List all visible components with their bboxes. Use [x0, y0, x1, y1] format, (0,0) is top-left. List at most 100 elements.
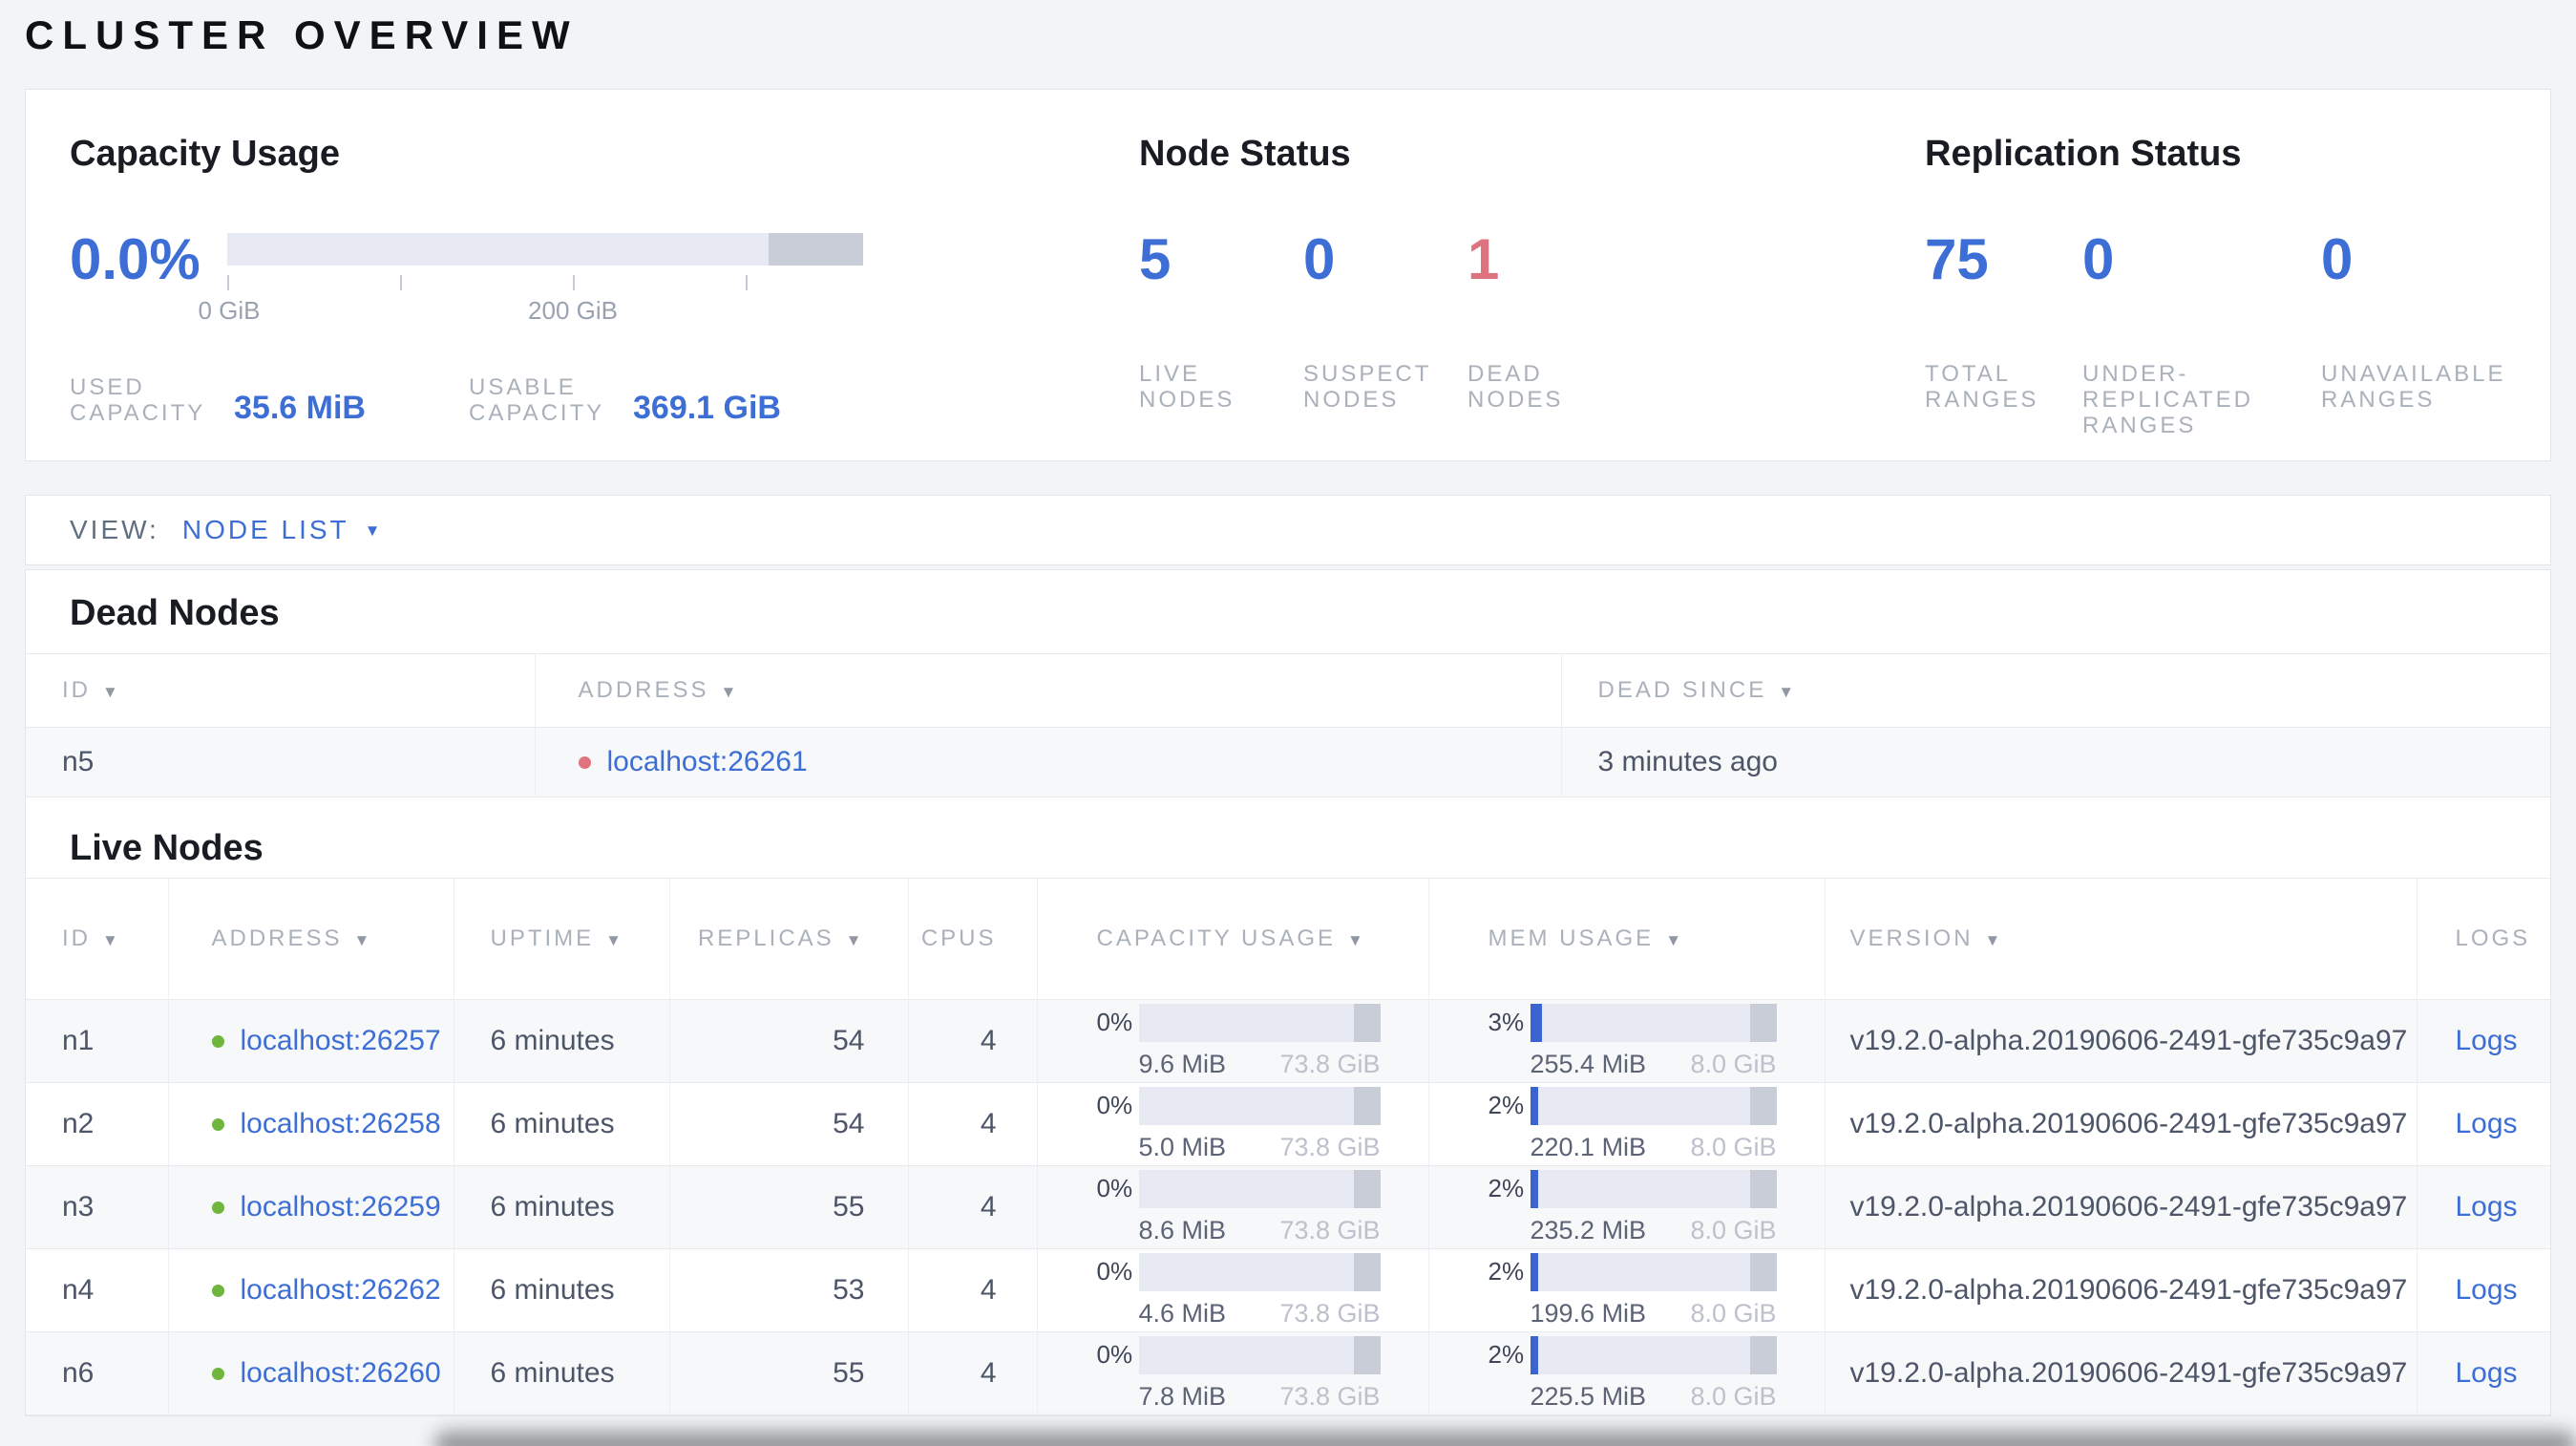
usage-bar-reserved-segment — [1353, 1252, 1381, 1291]
node-address-link[interactable]: localhost:26260 — [241, 1357, 441, 1389]
nodes-panel: Dead Nodes ID ▼ ADDRESS ▼ DEAD SINCE ▼ n5 loca… — [25, 569, 2551, 1416]
usage-bar-reserved-segment — [1353, 1169, 1381, 1208]
column-header-address[interactable]: ADDRESS ▼ — [168, 878, 454, 1000]
version-cell: v19.2.0-alpha.20190606-2491-gfe735c9a97 — [1825, 1165, 2418, 1249]
column-header-capacity-usage[interactable]: CAPACITY USAGE ▼ — [1037, 878, 1429, 1000]
usage-percent: 0% — [1096, 1340, 1133, 1369]
usage-bar — [1138, 1086, 1381, 1125]
column-header-id[interactable]: ID ▼ — [26, 653, 536, 728]
usage-bar-reserved-segment — [1353, 1003, 1381, 1042]
axis-label-0gib: 0 GiB — [198, 296, 261, 325]
logs-link[interactable]: Logs — [2456, 1191, 2518, 1223]
column-header-version[interactable]: VERSION ▼ — [1825, 878, 2418, 1000]
logs-link[interactable]: Logs — [2456, 1025, 2518, 1056]
usage-percent: 2% — [1488, 1340, 1525, 1369]
usage-meter: 0% 5.0 MiB 73.8 GiB — [1096, 1086, 1428, 1162]
node-status-section: Node Status 5 LIVE NODES 0 SUSPECT NODES… — [1139, 90, 1925, 460]
used-capacity-metric: USED CAPACITY 35.6 MiB — [70, 374, 469, 426]
view-selected-value: NODE LIST — [181, 515, 349, 544]
node-id-cell: n4 — [26, 1248, 169, 1332]
usage-used-value: 220.1 MiB — [1530, 1132, 1647, 1161]
node-live-status-icon — [211, 1368, 224, 1380]
capacity-gauge: 0.0% 0 GiB 200 GiB — [70, 231, 1139, 325]
summary-stat: 0 UNDER-REPLICATED RANGES — [2082, 231, 2321, 439]
column-header-mem-usage[interactable]: MEM USAGE ▼ — [1428, 878, 1826, 1000]
logs-link[interactable]: Logs — [2456, 1274, 2518, 1306]
usage-cell-memory: 2% 220.1 MiB 8.0 GiB — [1428, 1082, 1826, 1166]
usage-meter: 3% 255.4 MiB 8.0 GiB — [1488, 1003, 1825, 1079]
node-address-link[interactable]: localhost:26259 — [241, 1191, 441, 1223]
replicas-cell: 55 — [669, 1165, 909, 1249]
column-header-cpus: CPUS — [908, 878, 1038, 1000]
stat-label: UNDER-REPLICATED RANGES — [2082, 361, 2253, 438]
usage-bar-fill — [1530, 1003, 1543, 1042]
view-selector-bar: VIEW: NODE LIST ▼ — [25, 495, 2551, 565]
address-cell: localhost:26257 — [168, 999, 454, 1083]
column-header-replicas[interactable]: REPLICAS ▼ — [669, 878, 909, 1000]
sort-desc-icon: ▼ — [845, 931, 865, 949]
live-node-row: n3 localhost:26259 6 minutes 55 4 0% 8.6 MiB… — [26, 1165, 2550, 1249]
node-status-stats: 5 LIVE NODES 0 SUSPECT NODES 1 DEAD NODE… — [1139, 227, 1925, 414]
window-bottom-shadow — [434, 1431, 2576, 1446]
cpus-cell: 4 — [908, 1331, 1038, 1415]
node-address-link[interactable]: localhost:26262 — [241, 1274, 441, 1306]
sort-desc-icon: ▼ — [605, 931, 624, 949]
usage-cell-memory: 3% 255.4 MiB 8.0 GiB — [1428, 999, 1826, 1083]
usage-bar-fill — [1530, 1086, 1538, 1125]
summary-card: Capacity Usage 0.0% 0 GiB 200 GiB USED C… — [25, 89, 2551, 461]
usage-total-value: 8.0 GiB — [1690, 1049, 1777, 1078]
column-header-uptime[interactable]: UPTIME ▼ — [454, 878, 670, 1000]
summary-stat: 75 TOTAL RANGES — [1925, 231, 2082, 438]
live-node-row: n4 localhost:26262 6 minutes 53 4 0% 4.6 MiB… — [26, 1248, 2550, 1332]
stat-value: 5 — [1139, 227, 1172, 291]
live-nodes-heading: Live Nodes — [70, 828, 264, 868]
capacity-usage-heading: Capacity Usage — [70, 134, 341, 174]
usage-bar — [1138, 1252, 1381, 1291]
stat-value: 75 — [1925, 227, 1989, 291]
sort-desc-icon: ▼ — [102, 931, 121, 949]
usage-bar-reserved-segment — [1749, 1003, 1777, 1042]
logs-link[interactable]: Logs — [2456, 1108, 2518, 1139]
usage-bar-reserved-segment — [1749, 1086, 1777, 1125]
column-header-dead-since[interactable]: DEAD SINCE ▼ — [1561, 654, 2550, 728]
replicas-cell: 54 — [669, 1082, 909, 1166]
capacity-bar-reserved-segment — [769, 233, 863, 266]
usage-bar-fill — [1530, 1169, 1538, 1208]
node-live-status-icon — [211, 1118, 224, 1131]
address-cell: localhost:26261 — [535, 727, 1562, 797]
stat-label: LIVE NODES — [1139, 361, 1235, 413]
node-live-status-icon — [211, 1201, 224, 1214]
node-address-link[interactable]: localhost:26261 — [607, 746, 808, 777]
usage-percent: 0% — [1096, 1091, 1133, 1119]
sort-desc-icon: ▼ — [1778, 683, 1798, 701]
column-header-id[interactable]: ID ▼ — [26, 878, 169, 1000]
node-status-heading: Node Status — [1139, 134, 1351, 174]
live-node-row: n2 localhost:26258 6 minutes 54 4 0% 5.0 MiB… — [26, 1082, 2550, 1166]
address-cell: localhost:26259 — [168, 1165, 454, 1249]
usage-bar — [1530, 1003, 1777, 1042]
logs-link[interactable]: Logs — [2456, 1357, 2518, 1389]
usage-bar-reserved-segment — [1749, 1335, 1777, 1374]
usage-bar-reserved-segment — [1749, 1169, 1777, 1208]
view-dropdown[interactable]: NODE LIST ▼ — [182, 515, 384, 545]
usage-meter: 2% 199.6 MiB 8.0 GiB — [1488, 1252, 1825, 1329]
usage-bar-fill — [1530, 1335, 1538, 1374]
usage-cell-capacity: 0% 7.8 MiB 73.8 GiB — [1037, 1331, 1429, 1415]
node-address-link[interactable]: localhost:26258 — [241, 1108, 441, 1139]
address-cell: localhost:26262 — [168, 1248, 454, 1332]
usage-percent: 2% — [1488, 1257, 1525, 1286]
usage-bar — [1138, 1335, 1381, 1374]
usable-capacity-metric: USABLE CAPACITY 369.1 GiB — [469, 374, 781, 426]
usage-total-value: 73.8 GiB — [1279, 1049, 1381, 1078]
usable-capacity-value: 369.1 GiB — [633, 390, 781, 426]
usage-cell-capacity: 0% 8.6 MiB 73.8 GiB — [1037, 1165, 1429, 1249]
usage-total-value: 8.0 GiB — [1690, 1381, 1777, 1411]
capacity-axis-labels: 0 GiB 200 GiB — [198, 296, 863, 325]
usable-capacity-label: USABLE CAPACITY — [469, 374, 605, 426]
summary-stat: 0 SUSPECT NODES — [1303, 231, 1467, 414]
node-address-link[interactable]: localhost:26257 — [241, 1025, 441, 1056]
usage-bar — [1138, 1003, 1381, 1042]
column-header-address[interactable]: ADDRESS ▼ — [535, 653, 1562, 728]
usage-percent: 3% — [1488, 1008, 1525, 1036]
uptime-cell: 6 minutes — [454, 1248, 670, 1332]
